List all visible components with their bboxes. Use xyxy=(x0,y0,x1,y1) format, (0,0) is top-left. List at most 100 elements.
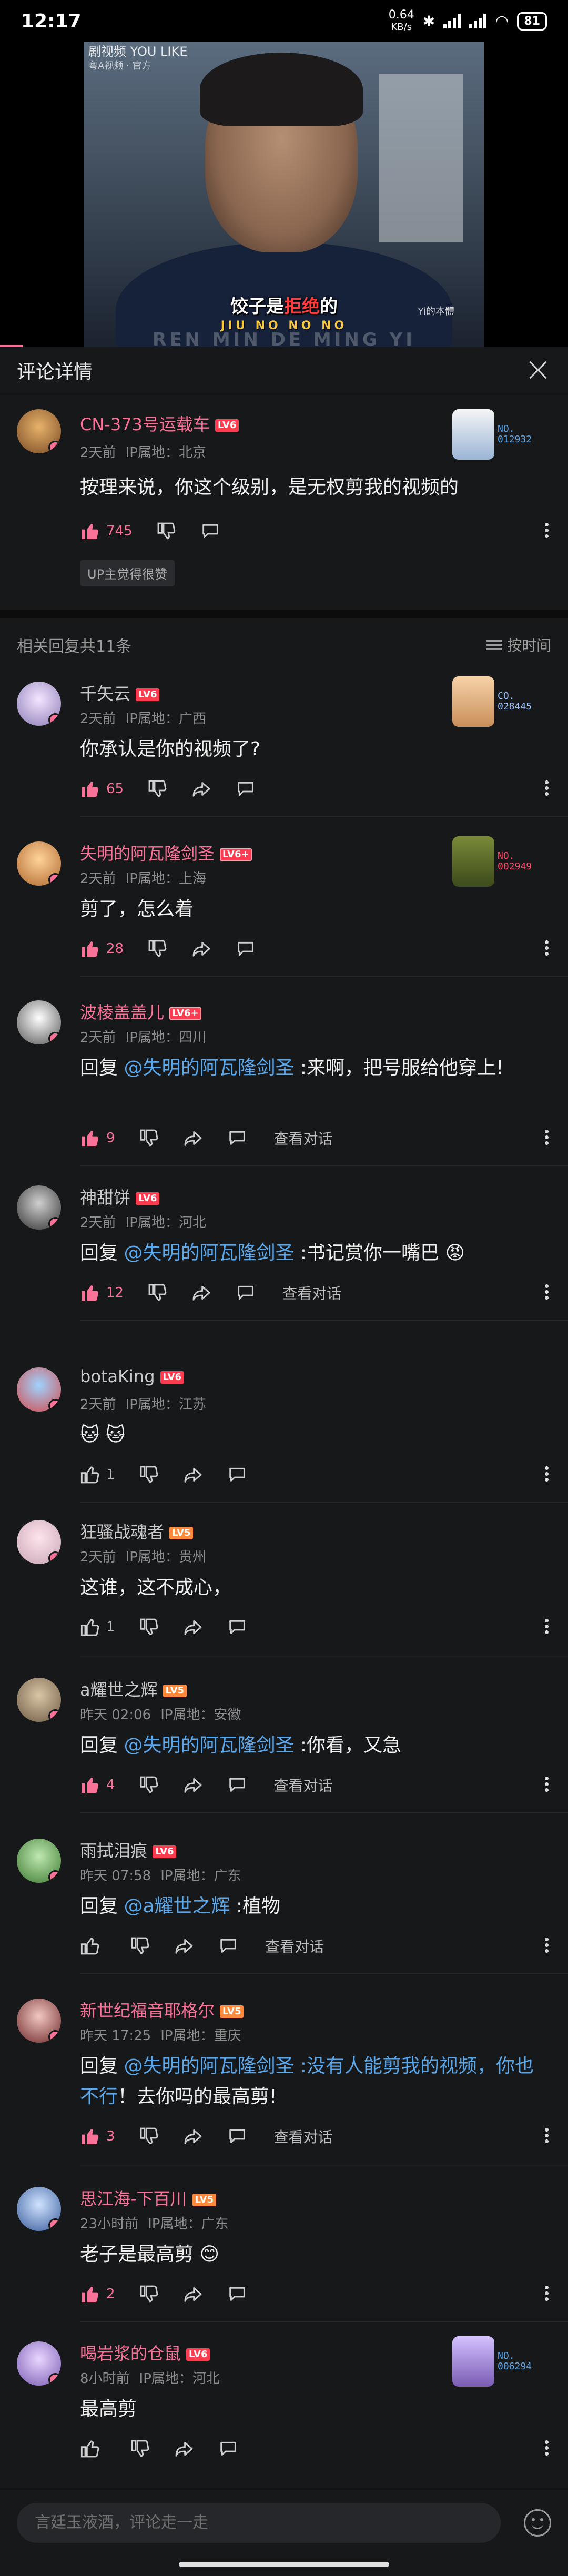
view-conversation-link[interactable]: 查看对话 xyxy=(274,1774,333,1796)
reply-username[interactable]: botaKing LV6 xyxy=(80,1366,184,1386)
comment-button[interactable] xyxy=(235,778,256,799)
reply-username[interactable]: 神甜饼 LV6 xyxy=(80,1184,160,1209)
like-button[interactable]: 65 xyxy=(80,778,124,799)
more-icon[interactable] xyxy=(544,1935,549,1955)
share-button[interactable] xyxy=(191,778,212,799)
video-player[interactable]: 剧视频 YOU LIKE 粤A视频 · 官方 饺子是拒绝的 JIU NO NO … xyxy=(0,42,568,347)
like-button[interactable]: 1 xyxy=(80,1464,115,1485)
reply-username[interactable]: 思江海-下百川 LV5 xyxy=(80,2186,217,2210)
reply-username[interactable]: 新世纪福音耶格尔 LV5 xyxy=(80,1997,244,2022)
comment-button[interactable] xyxy=(218,2438,239,2459)
share-button[interactable] xyxy=(174,2438,195,2459)
reply-username[interactable]: 喝岩浆的仓鼠 LV6 xyxy=(80,2340,210,2365)
like-button[interactable]: 9 xyxy=(80,1128,115,1149)
more-icon[interactable] xyxy=(544,2438,549,2458)
avatar[interactable] xyxy=(17,1678,61,1722)
comment-username[interactable]: CN-373号运载车 LV6 xyxy=(80,411,239,435)
avatar[interactable] xyxy=(17,1185,61,1230)
dislike-button[interactable] xyxy=(156,521,177,542)
sort-toggle[interactable]: 按时间 xyxy=(485,634,551,655)
comment-input[interactable]: 言廷玉液酒，评论走一走 xyxy=(17,2503,501,2543)
share-button[interactable] xyxy=(182,2126,204,2147)
avatar[interactable] xyxy=(17,1520,61,1564)
fan-badge[interactable]: NO. 012932 xyxy=(452,408,542,461)
share-button[interactable] xyxy=(182,2284,204,2305)
avatar[interactable] xyxy=(17,409,61,453)
dislike-button[interactable] xyxy=(138,1774,159,1796)
comment-button[interactable] xyxy=(227,1774,248,1796)
reply-username[interactable]: a耀世之辉 LV5 xyxy=(80,1677,187,1701)
comment-button[interactable] xyxy=(218,1935,239,1956)
more-icon[interactable] xyxy=(544,1774,549,1794)
fan-badge[interactable]: NO. 002949 xyxy=(452,835,542,888)
emoji-icon[interactable] xyxy=(524,2509,551,2537)
share-button[interactable] xyxy=(191,938,212,959)
mention-link[interactable]: @失明的阿瓦隆剑圣 xyxy=(124,1057,294,1079)
more-icon[interactable] xyxy=(544,938,549,958)
view-conversation-link[interactable]: 查看对话 xyxy=(265,1935,324,1956)
more-icon[interactable] xyxy=(544,2126,549,2145)
comment-button[interactable] xyxy=(235,938,256,959)
share-button[interactable] xyxy=(191,1282,212,1303)
reply-username[interactable]: 狂骚战魂者 LV5 xyxy=(80,1519,194,1543)
close-icon[interactable] xyxy=(525,357,551,383)
comment-button[interactable] xyxy=(227,1617,248,1638)
share-button[interactable] xyxy=(174,1935,195,1956)
fan-badge[interactable]: CO. 028445 xyxy=(452,675,542,728)
reply-username[interactable]: 雨拭泪痕 LV6 xyxy=(80,1838,177,1862)
comment-button[interactable] xyxy=(235,1282,256,1303)
avatar[interactable] xyxy=(17,2341,61,2386)
comment-button[interactable] xyxy=(227,2126,248,2147)
avatar[interactable] xyxy=(17,1839,61,1883)
reply-username[interactable]: 千矢云 LV6 xyxy=(80,681,160,705)
dislike-button[interactable] xyxy=(129,1935,150,1956)
dislike-button[interactable] xyxy=(138,2126,159,2147)
like-button[interactable]: 3 xyxy=(80,2126,115,2147)
more-icon[interactable] xyxy=(544,1128,549,1147)
dislike-button[interactable] xyxy=(129,2438,150,2459)
reply-username[interactable]: 波棱盖盖儿 LV6+ xyxy=(80,999,201,1023)
like-button[interactable]: 1 xyxy=(80,1617,115,1638)
reply-username[interactable]: 失明的阿瓦隆剑圣 LV6+ xyxy=(80,840,252,865)
comment-button[interactable] xyxy=(200,521,221,542)
view-conversation-link[interactable]: 查看对话 xyxy=(274,2126,333,2147)
more-icon[interactable] xyxy=(544,778,549,798)
share-button[interactable] xyxy=(182,1464,204,1485)
like-button[interactable]: 2 xyxy=(80,2284,115,2305)
avatar[interactable] xyxy=(17,841,61,886)
like-button[interactable] xyxy=(80,1935,106,1956)
more-icon[interactable] xyxy=(544,2284,549,2303)
like-button[interactable]: 745 xyxy=(80,521,133,542)
share-button[interactable] xyxy=(182,1774,204,1796)
dislike-button[interactable] xyxy=(147,1282,168,1303)
dislike-button[interactable] xyxy=(147,778,168,799)
avatar[interactable] xyxy=(17,2187,61,2231)
comment-button[interactable] xyxy=(227,1464,248,1485)
like-button[interactable]: 4 xyxy=(80,1774,115,1796)
view-conversation-link[interactable]: 查看对话 xyxy=(282,1282,341,1303)
comment-button[interactable] xyxy=(227,2284,248,2305)
more-icon[interactable] xyxy=(544,1282,549,1302)
more-icon[interactable] xyxy=(544,1464,549,1484)
avatar[interactable] xyxy=(17,1999,61,2043)
fan-badge[interactable]: NO. 006294 xyxy=(452,2335,542,2388)
dislike-button[interactable] xyxy=(138,1617,159,1638)
dislike-button[interactable] xyxy=(138,1464,159,1485)
more-icon[interactable] xyxy=(544,521,549,540)
view-conversation-link[interactable]: 查看对话 xyxy=(274,1128,333,1149)
dislike-button[interactable] xyxy=(138,2284,159,2305)
like-button[interactable]: 28 xyxy=(80,938,124,959)
mention-link[interactable]: @失明的阿瓦隆剑圣 xyxy=(124,1735,294,1756)
dislike-button[interactable] xyxy=(138,1128,159,1149)
mention-link[interactable]: @失明的阿瓦隆剑圣 xyxy=(124,1242,294,1264)
avatar[interactable] xyxy=(17,682,61,726)
mention-link[interactable]: @a耀世之辉 xyxy=(124,1895,230,1917)
avatar[interactable] xyxy=(17,1367,61,1412)
dislike-button[interactable] xyxy=(147,938,168,959)
share-button[interactable] xyxy=(182,1128,204,1149)
like-button[interactable] xyxy=(80,2438,106,2459)
more-icon[interactable] xyxy=(544,1617,549,1636)
avatar[interactable] xyxy=(17,1000,61,1044)
comment-button[interactable] xyxy=(227,1128,248,1149)
like-button[interactable]: 12 xyxy=(80,1282,124,1303)
